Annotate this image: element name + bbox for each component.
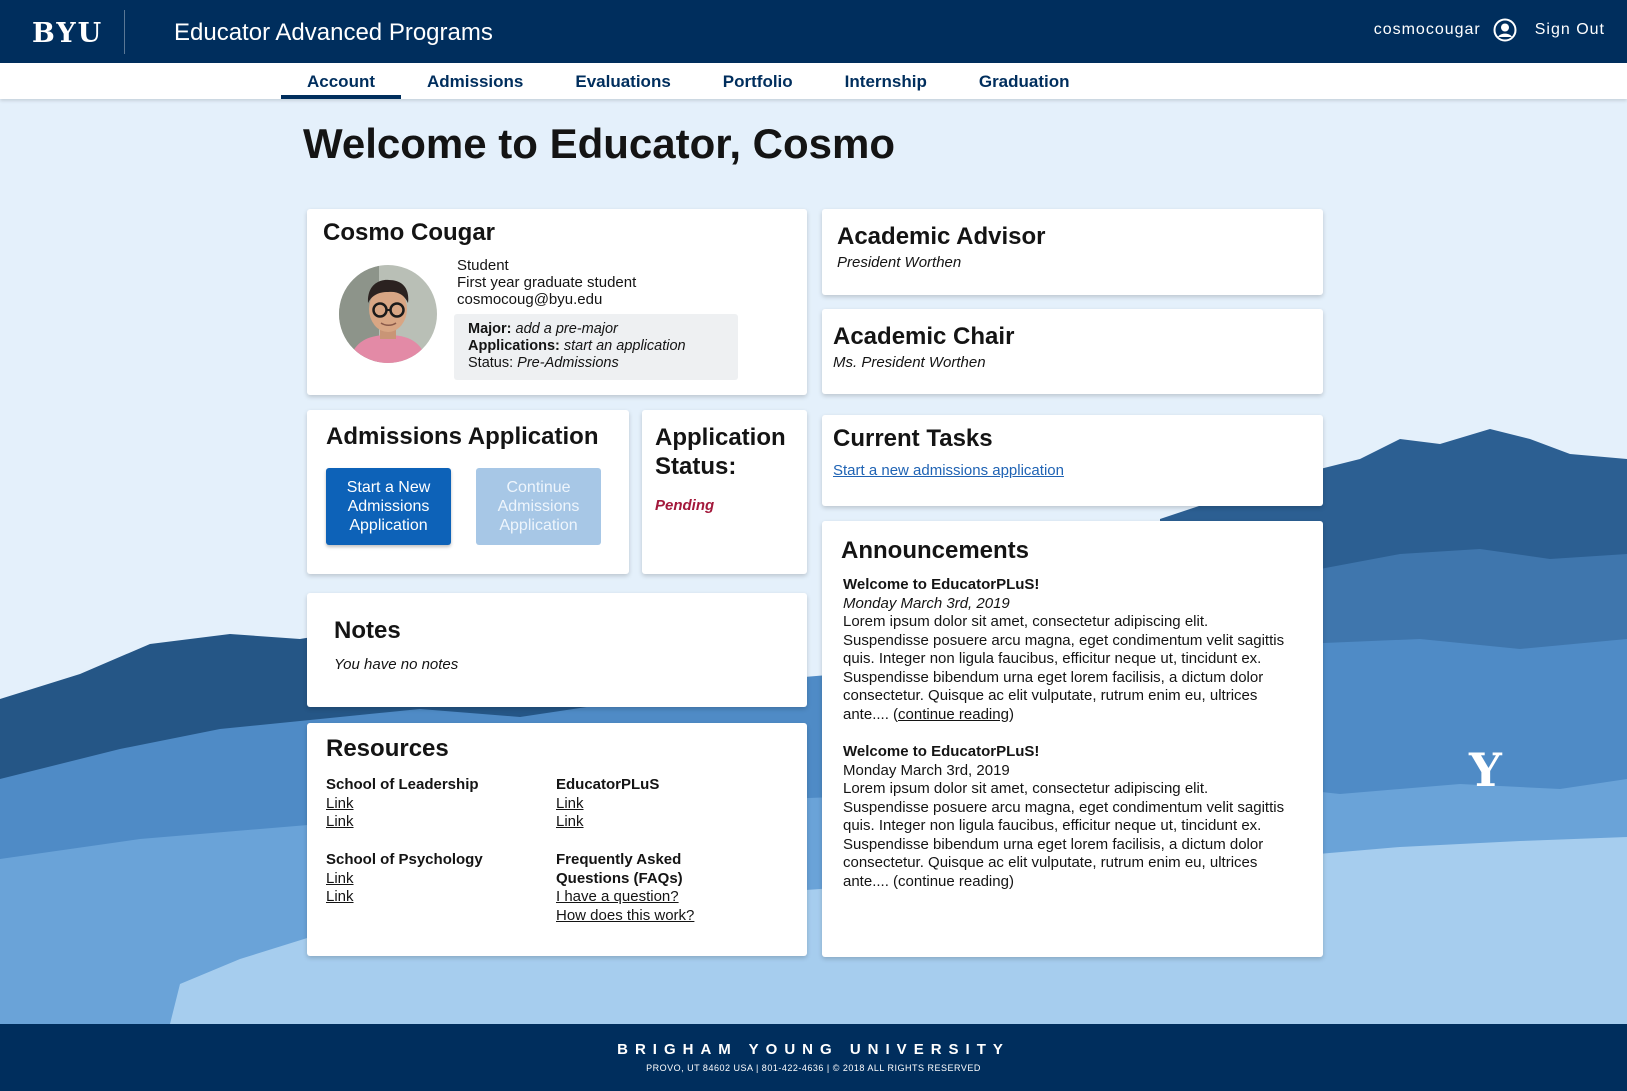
major-value[interactable]: add a pre-major (516, 321, 618, 337)
resource-link[interactable]: Link (326, 813, 354, 832)
app-title: Educator Advanced Programs (174, 19, 493, 46)
announcement-body: Lorem ipsum dolor sit amet, consectetur … (843, 780, 1285, 890)
resource-link[interactable]: Link (326, 888, 354, 907)
tab-admissions[interactable]: Admissions (401, 63, 549, 99)
tab-portfolio[interactable]: Portfolio (697, 63, 819, 99)
faq-link[interactable]: How does this work? (556, 907, 694, 926)
current-tasks-card: Current Tasks Start a new admissions app… (822, 415, 1323, 506)
admissions-application-card: Admissions Application Start a New Admis… (307, 410, 629, 574)
advisor-title: Academic Advisor (837, 223, 1046, 250)
resource-link[interactable]: Link (556, 795, 584, 814)
resource-link[interactable]: Link (326, 795, 354, 814)
announcement-date: Monday March 3rd, 2019 (843, 761, 1010, 779)
username: cosmocougar (1373, 21, 1481, 38)
footer: BRIGHAM YOUNG UNIVERSITY PROVO, UT 84602… (0, 1024, 1627, 1091)
profile-name: Cosmo Cougar (323, 219, 496, 246)
notes-card: Notes You have no notes (307, 593, 807, 707)
announcement-body: Lorem ipsum dolor sit amet, consectetur … (843, 613, 1285, 723)
tasks-title: Current Tasks (833, 425, 993, 452)
profile-info: Student First year graduate student cosm… (457, 257, 636, 308)
continue-application-button[interactable]: Continue Admissions Application (476, 468, 601, 545)
resource-group: Frequently Asked Questions (FAQs) I have… (556, 851, 716, 925)
start-application-button[interactable]: Start a New Admissions Application (326, 468, 451, 545)
mountain-background (0, 99, 1627, 1024)
resource-group: School of Psychology Link Link (326, 851, 483, 907)
byu-logo[interactable]: BYU (32, 18, 103, 49)
resource-link[interactable]: Link (326, 870, 354, 889)
status-label: Status: (468, 355, 514, 371)
continue-reading-link[interactable]: continue reading (898, 706, 1009, 723)
resource-group: School of Leadership Link Link (326, 776, 479, 832)
footer-university: BRIGHAM YOUNG UNIVERSITY (617, 1041, 1010, 1058)
notes-title: Notes (334, 617, 401, 644)
resource-heading: School of Psychology (326, 851, 483, 868)
admissions-title: Admissions Application (326, 423, 599, 450)
announcements-title: Announcements (841, 537, 1030, 564)
announcement-item: Welcome to EducatorPLuS! Monday March 3r… (843, 576, 1293, 724)
resource-heading: School of Leadership (326, 776, 479, 793)
user-icon[interactable] (1493, 18, 1517, 42)
major-label: Major: (468, 321, 512, 337)
application-status-card: Application Status: Pending (642, 410, 807, 574)
status-badge: Pending (655, 497, 715, 514)
tab-bar: Account Admissions Evaluations Portfolio… (0, 63, 1627, 99)
tab-internship[interactable]: Internship (819, 63, 953, 99)
resource-group: EducatorPLuS Link Link (556, 776, 659, 832)
y-mark-icon: Y (1469, 743, 1502, 797)
user-area: cosmocougar Sign Out (1374, 18, 1605, 42)
start-application-link[interactable]: Start a new admissions application (833, 462, 1064, 479)
page-title: Welcome to Educator, Cosmo (303, 120, 895, 167)
profile-role: Student (457, 257, 509, 274)
announcements-card: Announcements Welcome to EducatorPLuS! M… (822, 521, 1323, 957)
chair-name: Ms. President Worthen (833, 354, 986, 371)
applications-label: Applications: (468, 338, 560, 354)
applications-value[interactable]: start an application (564, 338, 686, 354)
profile-email: cosmocoug@byu.edu (457, 291, 603, 308)
status-value: Pre-Admissions (517, 355, 619, 371)
resources-card: Resources School of Leadership Link Link… (307, 723, 807, 956)
logo-divider (124, 10, 125, 54)
app-status-title: Application Status: (655, 424, 786, 480)
advisor-name: President Worthen (837, 254, 962, 271)
announcement-title: Welcome to EducatorPLuS! (843, 743, 1040, 760)
notes-empty-text: You have no notes (334, 656, 459, 673)
footer-address: PROVO, UT 84602 USA | 801-422-4636 | © 2… (646, 1063, 981, 1073)
resource-heading: EducatorPLuS (556, 776, 660, 793)
avatar (339, 265, 437, 363)
announcement-title: Welcome to EducatorPLuS! (843, 576, 1040, 593)
profile-card: Cosmo Cougar Student First year graduate… (307, 209, 807, 395)
tab-evaluations[interactable]: Evaluations (549, 63, 696, 99)
profile-year: First year graduate student (457, 274, 637, 291)
academic-chair-card: Academic Chair Ms. President Worthen (822, 309, 1323, 394)
tab-account[interactable]: Account (281, 63, 401, 99)
resource-link[interactable]: Link (556, 813, 584, 832)
tab-list: Account Admissions Evaluations Portfolio… (281, 63, 1096, 99)
announcement-item: Welcome to EducatorPLuS! Monday March 3r… (843, 743, 1293, 891)
academic-advisor-card: Academic Advisor President Worthen (822, 209, 1323, 295)
signout-link[interactable]: Sign Out (1535, 21, 1605, 39)
tab-graduation[interactable]: Graduation (953, 63, 1096, 99)
faq-link[interactable]: I have a question? (556, 888, 679, 907)
resources-title: Resources (326, 735, 449, 762)
chair-title: Academic Chair (833, 323, 1015, 350)
profile-status-box: Major: add a pre-major Applications: sta… (454, 314, 738, 380)
announcement-date: Monday March 3rd, 2019 (843, 594, 1010, 612)
resource-heading: Frequently Asked Questions (FAQs) (556, 851, 683, 887)
top-bar: BYU Educator Advanced Programs cosmocoug… (0, 0, 1627, 63)
